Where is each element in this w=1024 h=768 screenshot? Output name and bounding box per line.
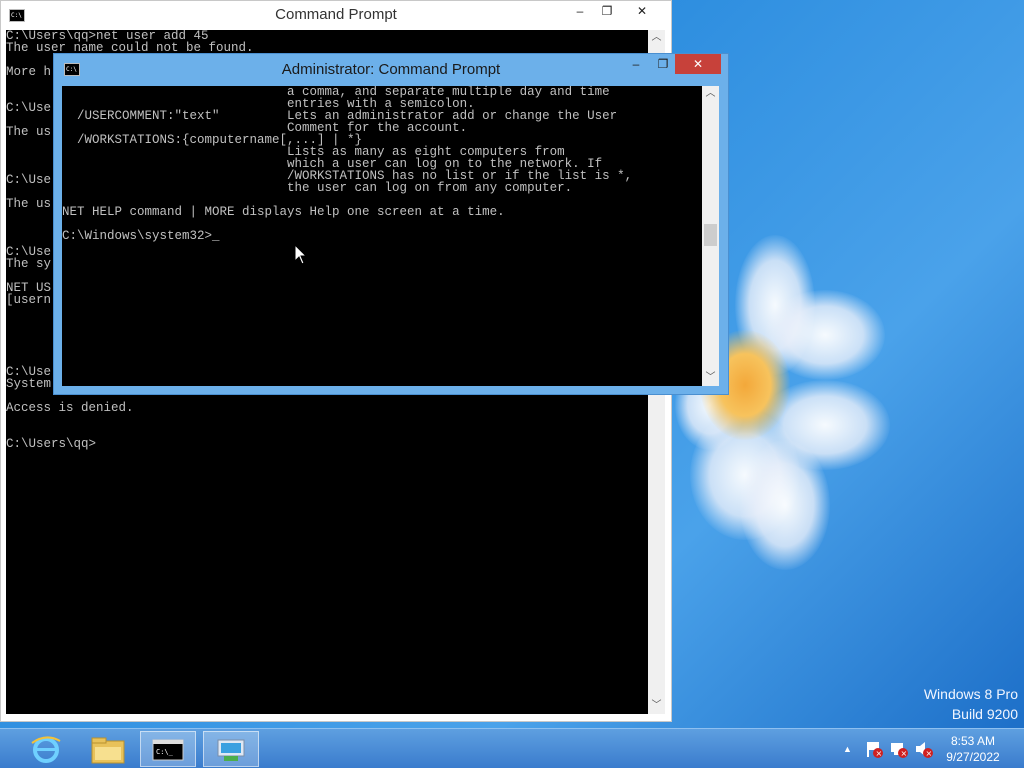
taskbar-network[interactable] [203, 731, 259, 767]
window-titlebar[interactable]: C:\ Administrator: Command Prompt – ❐ ✕ [54, 54, 728, 84]
taskbar-command-prompt[interactable]: C:\_ [140, 731, 196, 767]
admin-command-prompt-window[interactable]: C:\ Administrator: Command Prompt – ❐ ✕ … [53, 53, 729, 395]
flower-petal [740, 440, 830, 570]
cmd-icon: C:\_ [152, 739, 184, 761]
minimize-button[interactable]: – [566, 1, 594, 21]
clock-date: 9/27/2022 [946, 750, 1000, 764]
tray-chevron-icon[interactable]: ▲ [843, 729, 857, 768]
svg-text:×: × [901, 749, 908, 758]
taskbar-ie[interactable] [18, 731, 74, 767]
console-line: the user can log on from any computer. [62, 181, 573, 195]
watermark-edition: Windows 8 Pro [923, 686, 1018, 702]
console-output[interactable]: a comma, and separate multiple day and t… [62, 86, 702, 386]
volume-muted-icon[interactable]: × [914, 739, 934, 759]
scroll-down-icon[interactable]: ﹀ [702, 370, 719, 386]
network-status-icon[interactable]: × [889, 739, 909, 759]
svg-text:×: × [876, 749, 883, 758]
console-line: NET HELP command | MORE displays Help on… [62, 205, 505, 219]
network-icon [217, 739, 245, 761]
console-line: C:\Windows\system32>_ [62, 229, 220, 243]
window-titlebar[interactable]: C:\ Command Prompt – ❐ ✕ [1, 1, 671, 31]
svg-text:C:\_: C:\_ [156, 748, 174, 756]
vertical-scrollbar[interactable]: ︿ ﹀ [702, 86, 719, 386]
system-clock[interactable]: 8:53 AM 9/27/2022 [940, 729, 1006, 768]
mouse-cursor-icon [294, 244, 308, 265]
maximize-button[interactable]: ❐ [650, 54, 676, 74]
scroll-up-icon[interactable]: ︿ [702, 86, 719, 102]
maximize-button[interactable]: ❐ [594, 1, 620, 21]
taskbar-file-explorer[interactable] [80, 731, 136, 767]
svg-text:×: × [926, 749, 933, 758]
close-button[interactable]: ✕ [675, 54, 721, 74]
scroll-up-icon[interactable]: ︿ [648, 30, 665, 46]
console-line: C:\Users\qq> [6, 437, 97, 451]
windows-watermark: Windows 8 Pro Build 9200 [924, 684, 1018, 724]
action-center-flag-icon[interactable]: × [864, 739, 884, 759]
clock-time: 8:53 AM [950, 734, 996, 748]
console-line: Access is denied. [6, 401, 134, 415]
scroll-down-icon[interactable]: ﹀ [648, 698, 665, 714]
folder-icon [91, 737, 125, 764]
scrollbar-thumb[interactable] [704, 224, 717, 246]
minimize-button[interactable]: – [622, 54, 650, 74]
close-button[interactable]: ✕ [620, 1, 664, 21]
taskbar: C:\_ ▲ × × × 8:53 AM 9/27/2022 [0, 728, 1024, 768]
ie-icon [31, 736, 61, 763]
watermark-build: Build 9200 [951, 706, 1018, 722]
